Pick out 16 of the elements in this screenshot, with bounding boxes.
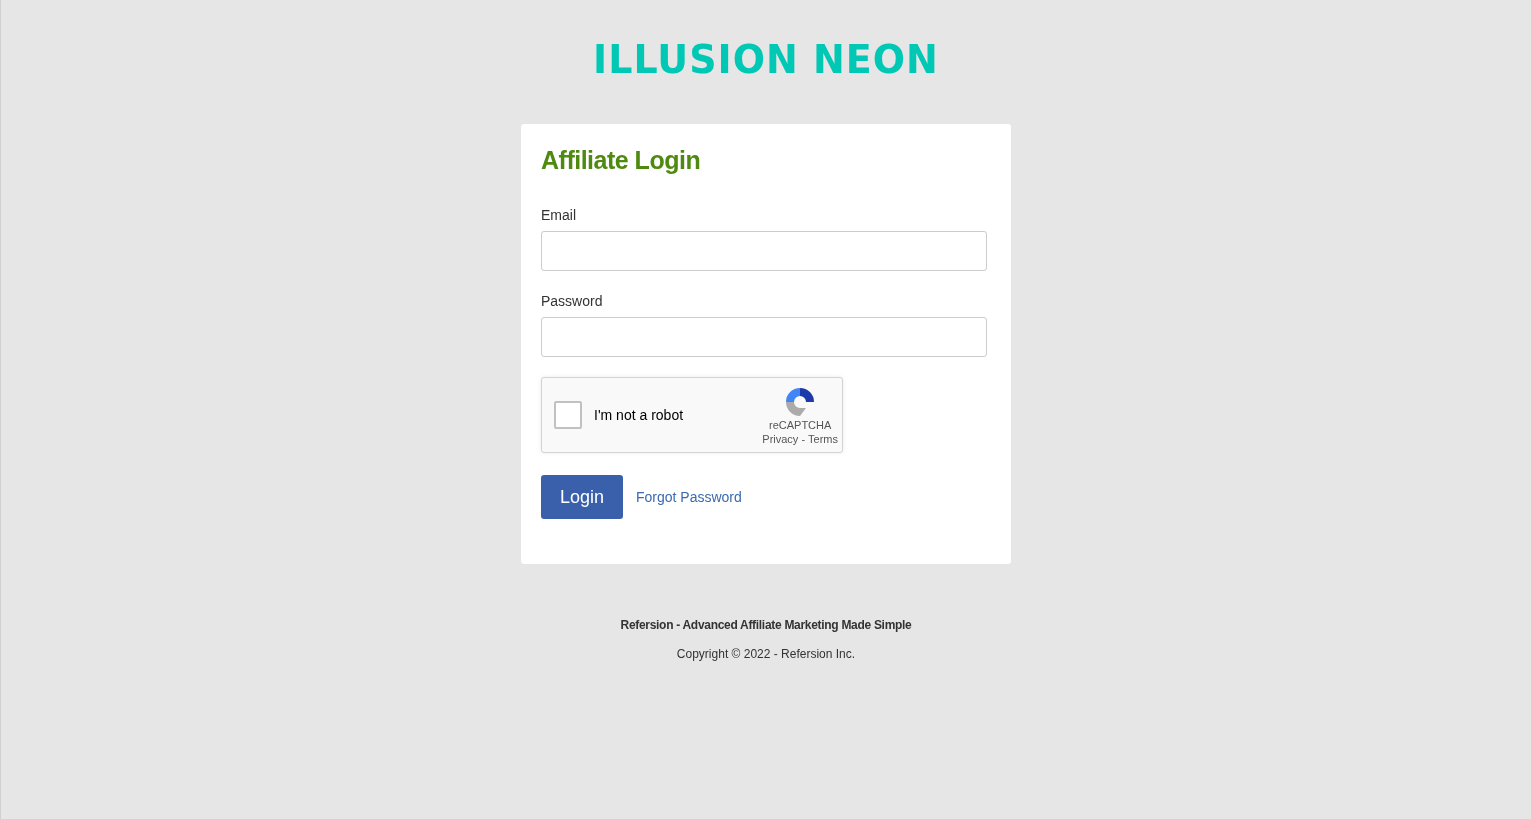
privacy-link[interactable]: Privacy — [762, 432, 799, 446]
login-button[interactable]: Login — [541, 475, 623, 519]
logo: ILLUSION NEON — [593, 34, 939, 84]
input-field[interactable] — [541, 231, 987, 271]
input-field[interactable] — [541, 317, 987, 357]
separator: - — [801, 432, 806, 446]
footer-tagline: Refersion - Advanced Affiliate Marketing Made Simple — [620, 618, 912, 632]
terms-link[interactable]: Terms — [808, 432, 838, 446]
captcha-brand: reCAPTCHA — [769, 418, 832, 432]
forgot-password-link[interactable]: Forgot Password — [636, 489, 742, 505]
card-title: Affiliate Login — [541, 145, 702, 176]
captcha-label: I'm not a robot — [594, 407, 684, 423]
field-label: Password — [541, 293, 604, 309]
copyright: Copyright © 2022 - Refersion Inc. — [676, 647, 856, 661]
captcha-checkbox[interactable] — [554, 401, 582, 429]
field-label: Email — [541, 207, 577, 223]
